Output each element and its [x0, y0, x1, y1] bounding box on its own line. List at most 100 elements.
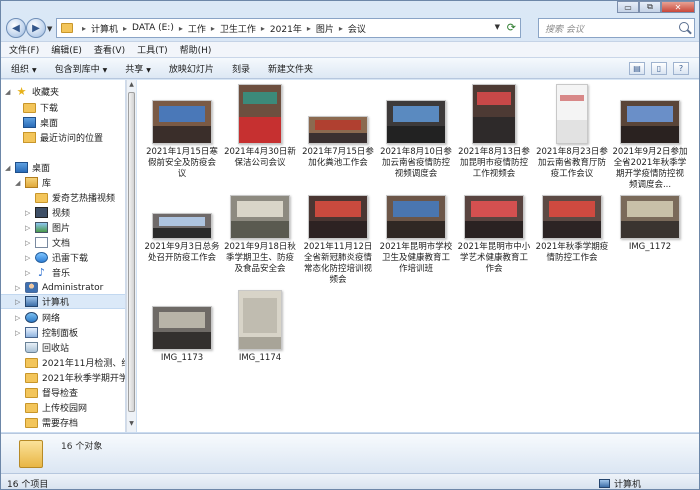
chevron-right-icon[interactable]: ▸: [179, 24, 183, 33]
preview-pane-icon[interactable]: ▯: [651, 62, 667, 75]
file-item[interactable]: IMG_1172: [612, 195, 688, 253]
sidebar-item-folder-upload[interactable]: 上传校园网: [1, 400, 125, 415]
sidebar-item-aiqiyi[interactable]: 爱奇艺热播视频: [1, 190, 125, 205]
sidebar-item-folder-archive[interactable]: 需要存档: [1, 415, 125, 430]
file-item[interactable]: 2021年1月15日寒假前安全及防疫会议: [144, 100, 220, 180]
file-item[interactable]: 2021年9月2日参加全省2021年秋季学期开学疫情防控视频调度会...: [612, 100, 688, 191]
address-dropdown-icon[interactable]: ▼: [495, 23, 500, 31]
file-item[interactable]: 2021年昆明市中小学艺术健康教育工作会: [456, 195, 532, 275]
file-item[interactable]: 2021年秋季学期疫情防控工作会: [534, 195, 610, 264]
file-item[interactable]: 2021年昆明市学校卫生及健康教育工作培训班: [378, 195, 454, 275]
expand-icon[interactable]: ▷: [25, 254, 35, 262]
file-name: 2021年秋季学期疫情防控工作会: [535, 242, 609, 263]
menu-view[interactable]: 查看(V): [94, 43, 125, 56]
forward-button[interactable]: ▶: [26, 18, 46, 38]
include-in-library-button[interactable]: 包含到库中 ▼: [55, 62, 108, 75]
file-item[interactable]: 2021年8月23日参加云南省教育厅防疫工作会议: [534, 84, 610, 180]
help-icon[interactable]: ?: [673, 62, 689, 75]
chevron-right-icon[interactable]: ▸: [82, 24, 86, 33]
sidebar-item-documents[interactable]: ▷ 文档: [1, 235, 125, 250]
address-bar[interactable]: ▸ 计算机 ▸ DATA (E:) ▸ 工作 ▸ 卫生工作 ▸ 2021年 ▸ …: [56, 18, 521, 38]
chevron-right-icon[interactable]: ▸: [123, 24, 127, 33]
organize-button[interactable]: 组织 ▼: [11, 62, 37, 75]
file-item[interactable]: 2021年4月30日新保洁公司会议: [222, 84, 298, 169]
expand-icon[interactable]: ▷: [15, 314, 25, 322]
sidebar-item-downloads[interactable]: 下载: [1, 100, 125, 115]
breadcrumb-data-drive[interactable]: DATA (E:): [132, 23, 174, 33]
breadcrumb-2021[interactable]: 2021年: [270, 22, 302, 35]
chevron-right-icon[interactable]: ▸: [211, 24, 215, 33]
expand-icon[interactable]: ◢: [15, 179, 25, 187]
sidebar-item-control-panel[interactable]: ▷ 控制面板: [1, 325, 125, 340]
breadcrumb-meetings[interactable]: 会议: [348, 22, 366, 35]
arrow-left-icon: ◀: [12, 22, 20, 34]
scroll-up-icon[interactable]: ▲: [128, 81, 135, 88]
close-button[interactable]: ✕: [661, 1, 695, 13]
share-button[interactable]: 共享 ▼: [125, 62, 151, 75]
expand-icon[interactable]: ◢: [5, 164, 15, 172]
recent-pages-dropdown-icon[interactable]: ▼: [47, 25, 52, 33]
sidebar-item-pictures[interactable]: ▷ 图片: [1, 220, 125, 235]
sidebar-item-administrator[interactable]: ▷ Administrator: [1, 280, 125, 295]
expand-icon[interactable]: ▷: [25, 239, 35, 247]
scrollbar-thumb[interactable]: [128, 92, 135, 412]
sidebar-item-library[interactable]: ◢ 库: [1, 175, 125, 190]
file-item[interactable]: 2021年9月18日秋季学期卫生、防疫及食品安全会: [222, 195, 298, 275]
breadcrumb-pictures[interactable]: 图片: [316, 22, 334, 35]
menu-help[interactable]: 帮助(H): [180, 43, 212, 56]
sidebar-item-favorites[interactable]: ◢ ★ 收藏夹: [1, 84, 125, 99]
sidebar-item-recent[interactable]: 最近访问的位置: [1, 130, 125, 145]
sidebar-item-desktop[interactable]: ◢ 桌面: [1, 160, 125, 175]
sidebar-item-folder-maintenance[interactable]: 2021年11月检测、维修: [1, 355, 125, 370]
sidebar-item-computer[interactable]: ▷ 计算机: [1, 294, 125, 309]
back-button[interactable]: ◀: [6, 18, 26, 38]
new-folder-button[interactable]: 新建文件夹: [268, 62, 313, 75]
search-input[interactable]: 搜索 会议: [538, 18, 695, 38]
sidebar-item-recycle-bin[interactable]: 回收站: [1, 340, 125, 355]
breadcrumb-health-work[interactable]: 卫生工作: [220, 22, 256, 35]
refresh-icon[interactable]: ⟳: [507, 21, 516, 34]
burn-button[interactable]: 刻录: [232, 62, 250, 75]
scroll-down-icon[interactable]: ▼: [128, 420, 135, 427]
menu-edit[interactable]: 编辑(E): [51, 43, 82, 56]
file-item[interactable]: IMG_1174: [222, 290, 298, 364]
sidebar-label: 迅雷下载: [52, 254, 89, 264]
chevron-right-icon[interactable]: ▸: [307, 24, 311, 33]
expand-icon[interactable]: ◢: [5, 88, 15, 96]
expand-icon[interactable]: ▷: [15, 284, 25, 292]
file-item[interactable]: 2021年11月12日全省新冠肺炎疫情常态化防控培训视频会: [300, 195, 376, 286]
folder-icon: [23, 102, 36, 113]
sidebar-item-desktop-fav[interactable]: 桌面: [1, 115, 125, 130]
sidebar-item-folder-autumn[interactable]: 2021年秋季学期开学前期: [1, 370, 125, 385]
expand-icon[interactable]: ▷: [15, 329, 25, 337]
expand-icon[interactable]: ▷: [25, 224, 35, 232]
expand-icon[interactable]: ▷: [25, 209, 35, 217]
expand-icon[interactable]: ▷: [15, 298, 25, 306]
file-item[interactable]: IMG_1173: [144, 306, 220, 364]
sidebar-item-xunlei[interactable]: ▷ 迅雷下载: [1, 250, 125, 265]
file-name: 2021年7月15日参加化粪池工作会: [302, 147, 374, 168]
file-item[interactable]: 2021年8月13日参加昆明市疫情防控工作视频会: [456, 84, 532, 180]
menu-tools[interactable]: 工具(T): [137, 43, 168, 56]
file-item[interactable]: 2021年9月3日总务处召开防疫工作会: [144, 213, 220, 264]
search-icon[interactable]: [679, 22, 689, 32]
file-item[interactable]: 2021年8月10日参加云南省疫情防控视频调度会: [378, 100, 454, 180]
breadcrumb-computer[interactable]: 计算机: [91, 22, 118, 35]
chevron-right-icon[interactable]: ▸: [261, 24, 265, 33]
minimize-button[interactable]: ▭: [617, 1, 639, 13]
menu-file[interactable]: 文件(F): [9, 43, 39, 56]
slideshow-button[interactable]: 放映幻灯片: [169, 62, 214, 75]
sidebar-scrollbar[interactable]: ▲ ▼: [126, 80, 136, 432]
file-name: 2021年昆明市中小学艺术健康教育工作会: [457, 242, 531, 274]
maximize-button[interactable]: ⧉: [639, 1, 661, 13]
breadcrumb-work[interactable]: 工作: [188, 22, 206, 35]
sidebar-item-network[interactable]: ▷ 网络: [1, 310, 125, 325]
change-view-icon[interactable]: ▤: [629, 62, 645, 75]
expand-icon[interactable]: ▷: [25, 269, 35, 277]
file-item[interactable]: 2021年7月15日参加化粪池工作会: [300, 116, 376, 169]
sidebar-item-videos[interactable]: ▷ 视频: [1, 205, 125, 220]
sidebar-item-music[interactable]: ▷ ♪ 音乐: [1, 265, 125, 280]
sidebar-label: 桌面: [40, 119, 59, 129]
chevron-right-icon[interactable]: ▸: [339, 24, 343, 33]
sidebar-item-folder-inspection[interactable]: 督导检查: [1, 385, 125, 400]
